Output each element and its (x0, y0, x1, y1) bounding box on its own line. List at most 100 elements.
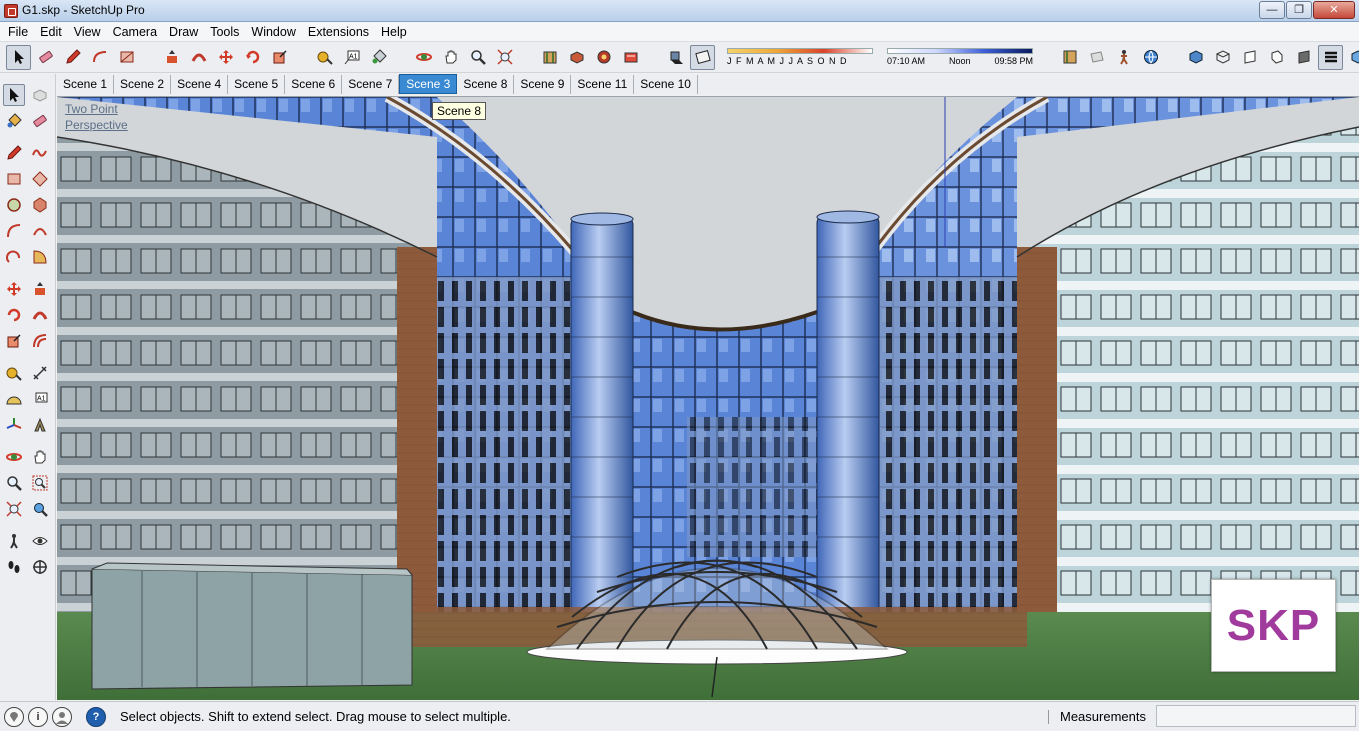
tab-scene-6[interactable]: Scene 6 (285, 75, 343, 94)
menu-view[interactable]: View (68, 22, 107, 42)
front-view-button[interactable] (1237, 45, 1262, 70)
tab-scene-1[interactable]: Scene 1 (57, 75, 115, 94)
measurements-input[interactable] (1156, 705, 1356, 727)
menu-file[interactable]: File (2, 22, 34, 42)
palette-rectangle-button[interactable] (3, 168, 25, 190)
shadow-time-slider[interactable]: 07:10 AM Noon 09:58 PM (887, 48, 1033, 66)
menu-camera[interactable]: Camera (107, 22, 163, 42)
menu-help[interactable]: Help (375, 22, 413, 42)
palette-tape-button[interactable] (3, 362, 25, 384)
model-viewport[interactable]: Two Point Perspective SKP (57, 96, 1359, 700)
components-button[interactable] (564, 45, 589, 70)
orbit-tool-button[interactable] (411, 45, 436, 70)
menu-draw[interactable]: Draw (163, 22, 204, 42)
geo-location-status-icon[interactable] (4, 706, 24, 727)
menu-window[interactable]: Window (245, 22, 301, 42)
zoom-tool-button[interactable] (465, 45, 490, 70)
select-tool-button[interactable] (6, 44, 31, 70)
menu-edit[interactable]: Edit (34, 22, 68, 42)
month-slider-track[interactable] (727, 48, 873, 54)
palette-pan-button[interactable] (29, 446, 51, 468)
palette-zoom-extents-button[interactable] (3, 498, 25, 520)
move-tool-button[interactable] (213, 45, 238, 70)
palette-text-button[interactable]: A1 (29, 388, 51, 410)
tab-scene-9[interactable]: Scene 9 (514, 75, 572, 94)
extension-warehouse-button[interactable] (591, 45, 616, 70)
palette-circle-button[interactable] (3, 194, 25, 216)
palette-select-button[interactable] (3, 84, 25, 106)
tab-scene-7[interactable]: Scene 7 (342, 75, 400, 94)
palette-position-camera-button[interactable] (3, 530, 25, 552)
palette-zoom-button[interactable] (3, 472, 25, 494)
time-slider-track[interactable] (887, 48, 1033, 54)
palette-eraser-button[interactable] (29, 110, 51, 132)
section-plane-button[interactable] (1084, 45, 1109, 70)
tab-scene-11[interactable]: Scene 11 (571, 75, 635, 94)
palette-rotated-rect-button[interactable] (29, 168, 51, 190)
minimize-button[interactable]: — (1259, 1, 1285, 19)
fog-toggle-button[interactable] (690, 44, 715, 70)
palette-zoom-window-button[interactable] (29, 472, 51, 494)
rotate-tool-button[interactable] (240, 45, 265, 70)
arc-tool-button[interactable] (87, 45, 112, 70)
tab-scene-2[interactable]: Scene 2 (114, 75, 172, 94)
palette-line-button[interactable] (3, 142, 25, 164)
palette-rotate-button[interactable] (3, 304, 25, 326)
tape-measure-tool-button[interactable] (312, 45, 337, 70)
rectangle-tool-button[interactable] (114, 45, 139, 70)
menu-extensions[interactable]: Extensions (302, 22, 375, 42)
geo-location-button[interactable] (1138, 45, 1163, 70)
menu-tools[interactable]: Tools (204, 22, 245, 42)
tab-scene-10[interactable]: Scene 10 (634, 75, 698, 94)
palette-axes-button[interactable] (3, 414, 25, 436)
push-pull-tool-button[interactable] (159, 45, 184, 70)
palette-orbit-button[interactable] (3, 446, 25, 468)
credits-status-icon[interactable]: i (28, 706, 48, 727)
tab-scene-4[interactable]: Scene 4 (171, 75, 229, 94)
top-view-button[interactable] (1210, 45, 1235, 70)
scale-tool-button[interactable] (267, 45, 292, 70)
share-model-button[interactable] (618, 45, 643, 70)
zoom-extents-button[interactable] (492, 45, 517, 70)
shadow-month-slider[interactable]: J F M A M J J A S O N D (727, 48, 873, 66)
pan-tool-button[interactable] (438, 45, 463, 70)
palette-offset-button[interactable] (29, 330, 51, 352)
palette-pushpull-button[interactable] (29, 278, 51, 300)
palette-section-button[interactable] (29, 556, 51, 578)
palette-paint-button[interactable] (3, 110, 25, 132)
tab-scene-3[interactable]: Scene 3 (399, 74, 458, 94)
palette-component-button[interactable] (29, 84, 51, 106)
back-view-button[interactable] (1291, 45, 1316, 70)
palette-3pt-arc-button[interactable] (3, 246, 25, 268)
textured-style-button[interactable] (1345, 45, 1359, 70)
tab-scene-5[interactable]: Scene 5 (228, 75, 286, 94)
palette-arc-button[interactable] (3, 220, 25, 242)
user-status-icon[interactable] (52, 706, 72, 727)
palette-pie-button[interactable] (29, 246, 51, 268)
building-model[interactable] (57, 97, 1359, 700)
palette-freehand-button[interactable] (29, 142, 51, 164)
right-view-button[interactable] (1264, 45, 1289, 70)
eraser-tool-button[interactable] (33, 45, 58, 70)
palette-previous-view-button[interactable] (29, 498, 51, 520)
model-info-button[interactable] (1057, 45, 1082, 70)
shadow-toggle-button[interactable] (663, 45, 688, 70)
close-button[interactable]: ✕ (1313, 1, 1355, 19)
palette-look-around-button[interactable] (29, 530, 51, 552)
paint-bucket-tool-button[interactable] (366, 45, 391, 70)
palette-3dtext-button[interactable] (29, 414, 51, 436)
shaded-style-button[interactable] (1318, 44, 1343, 70)
text-tool-button[interactable]: A1 (339, 45, 364, 70)
tab-scene-8[interactable]: Scene 8 (457, 75, 515, 94)
palette-followme-button[interactable] (29, 304, 51, 326)
warehouse-button[interactable] (537, 45, 562, 70)
palette-2pt-arc-button[interactable] (29, 220, 51, 242)
palette-dimension-button[interactable] (29, 362, 51, 384)
pencil-tool-button[interactable] (60, 45, 85, 70)
palette-scale-button[interactable] (3, 330, 25, 352)
walk-button[interactable] (1111, 45, 1136, 70)
palette-walk-button[interactable] (3, 556, 25, 578)
palette-protractor-button[interactable] (3, 388, 25, 410)
maximize-button[interactable]: ❐ (1286, 1, 1312, 19)
follow-me-tool-button[interactable] (186, 45, 211, 70)
